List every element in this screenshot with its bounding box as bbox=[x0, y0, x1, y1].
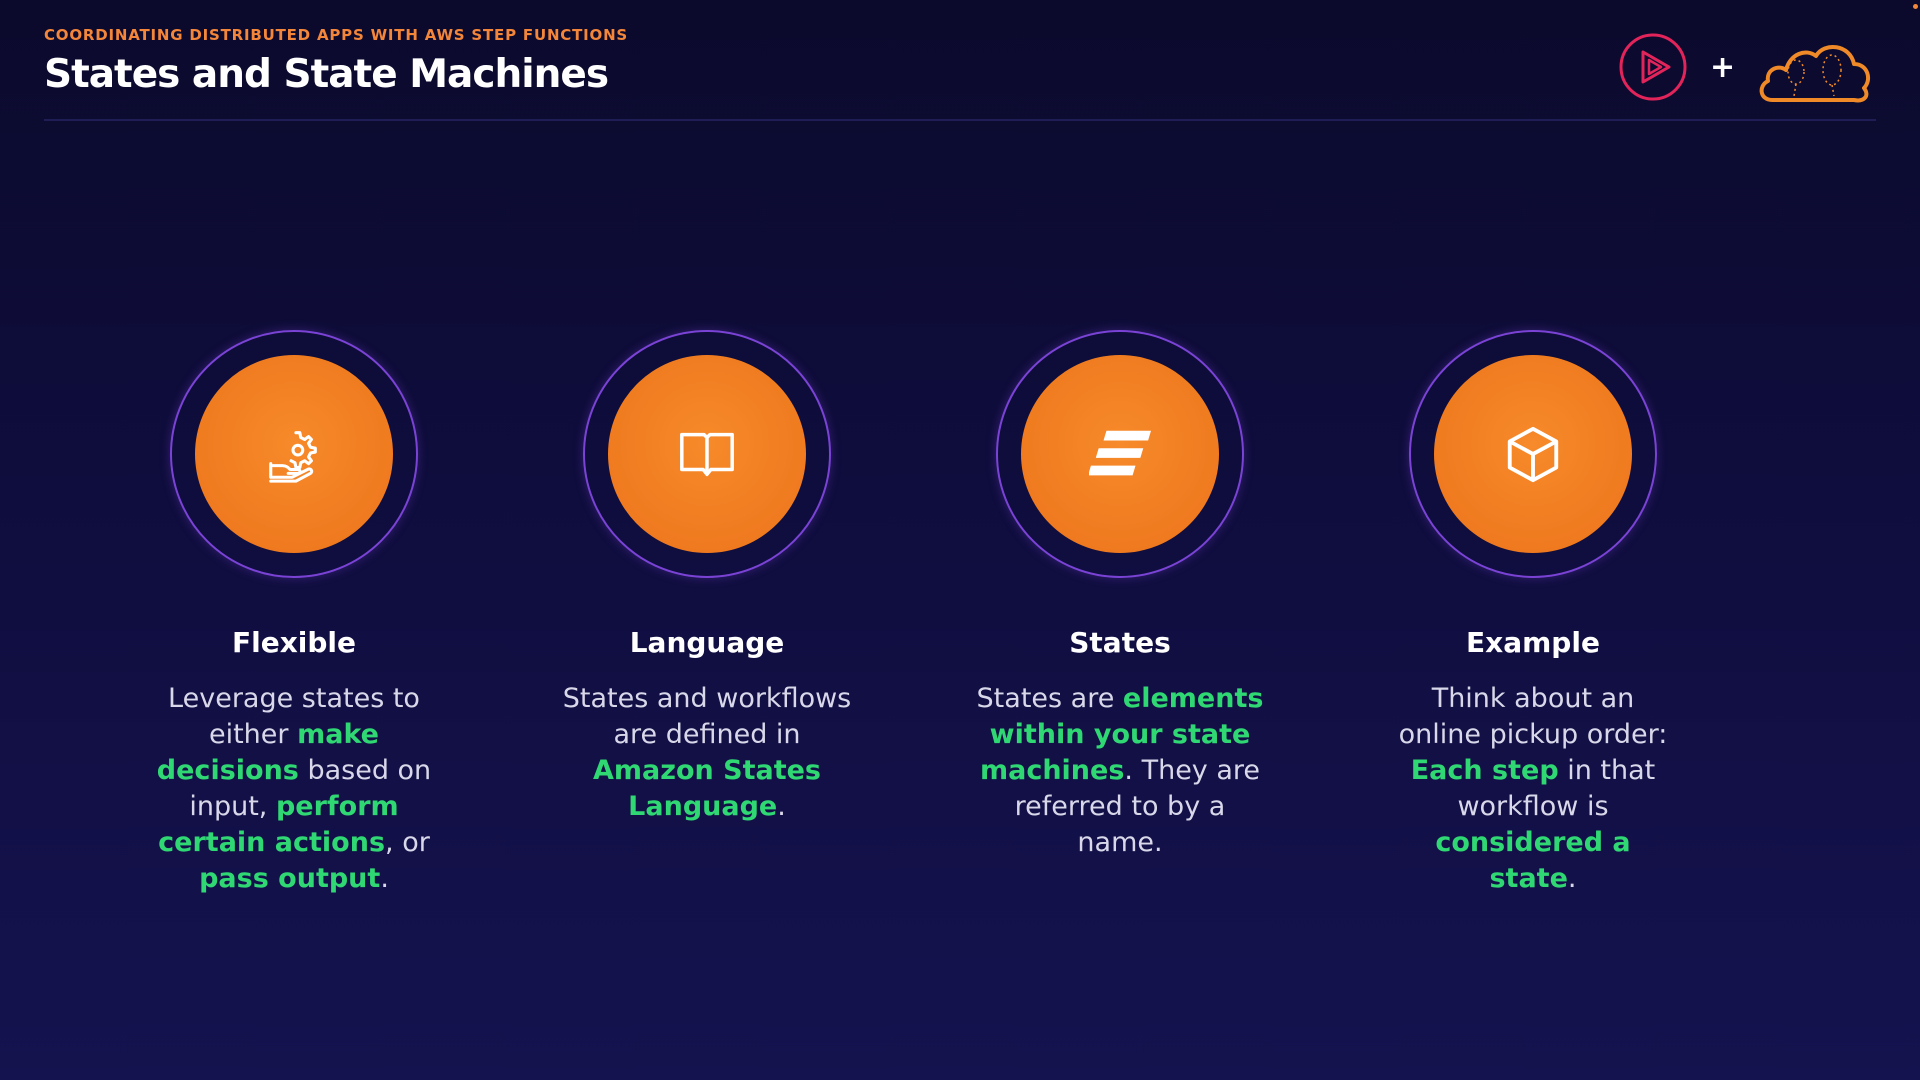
icon-disk bbox=[1021, 355, 1219, 553]
card-title: Example bbox=[1466, 626, 1600, 659]
card-description: Think about an online pickup order: Each… bbox=[1388, 681, 1678, 897]
text-run: , or bbox=[385, 827, 430, 858]
card-example: Example Think about an online pickup ord… bbox=[1368, 330, 1698, 897]
icon-ring bbox=[1409, 330, 1657, 578]
card-description: Leverage states to either make decisions… bbox=[149, 681, 439, 897]
gear-hand-icon bbox=[269, 431, 317, 483]
icon-disk bbox=[608, 355, 806, 553]
text-highlight: Each step bbox=[1410, 755, 1559, 786]
cloud-guru-cloud-icon bbox=[1759, 45, 1871, 103]
card-language: Language States and workflows are define… bbox=[542, 330, 872, 825]
text-run: Leverage states to either bbox=[168, 683, 420, 750]
icon-ring bbox=[170, 330, 418, 578]
course-eyebrow: COORDINATING DISTRIBUTED APPS WITH AWS S… bbox=[44, 26, 629, 44]
card-title: Language bbox=[629, 626, 785, 659]
slide-header: COORDINATING DISTRIBUTED APPS WITH AWS S… bbox=[44, 26, 628, 97]
card-description: States are elements within your state ma… bbox=[975, 681, 1265, 861]
icon-ring bbox=[996, 330, 1244, 578]
card-description: States and workflows are defined in Amaz… bbox=[562, 681, 852, 825]
text-run: Think about an online pickup order: bbox=[1398, 683, 1668, 750]
icon-ring bbox=[583, 330, 831, 578]
corner-dot bbox=[1913, 4, 1918, 9]
step-bars-icon bbox=[1089, 430, 1151, 476]
text-run: States and workflows are defined in bbox=[562, 683, 852, 750]
text-run: . bbox=[777, 791, 786, 822]
brand-logos: + bbox=[1618, 30, 1878, 110]
card-states: States States are elements within your s… bbox=[955, 330, 1285, 861]
page-title: States and State Machines bbox=[44, 52, 609, 97]
text-highlight: considered a state bbox=[1435, 827, 1631, 894]
book-icon bbox=[680, 432, 734, 477]
text-run: . bbox=[380, 863, 389, 894]
plus-sign: + bbox=[1710, 50, 1736, 85]
card-title: Flexible bbox=[231, 626, 356, 659]
header-divider bbox=[44, 119, 1876, 121]
icon-disk bbox=[195, 355, 393, 553]
card-flexible: Flexible Leverage states to either make … bbox=[129, 330, 459, 897]
card-title: States bbox=[1069, 626, 1171, 659]
text-highlight: Amazon States Language bbox=[593, 755, 821, 822]
text-highlight: pass output bbox=[199, 863, 381, 894]
cube-icon bbox=[1507, 426, 1559, 483]
text-run: . bbox=[1567, 863, 1577, 894]
text-run: States are bbox=[976, 683, 1123, 714]
pluralsight-play-icon bbox=[1619, 33, 1687, 101]
icon-disk bbox=[1434, 355, 1632, 553]
concept-cards: Flexible Leverage states to either make … bbox=[0, 330, 1920, 930]
